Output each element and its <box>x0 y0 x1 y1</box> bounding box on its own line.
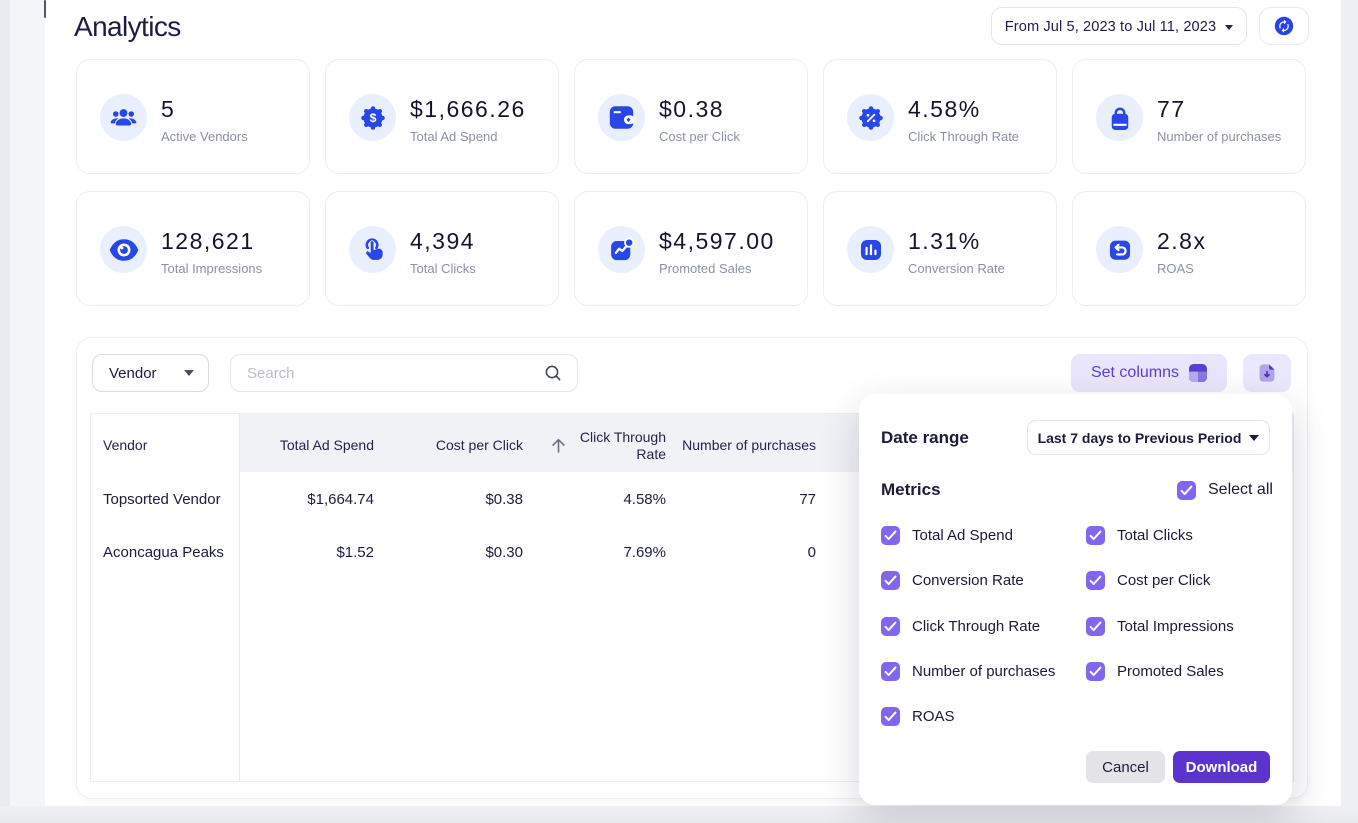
svg-text:$: $ <box>369 111 376 125</box>
